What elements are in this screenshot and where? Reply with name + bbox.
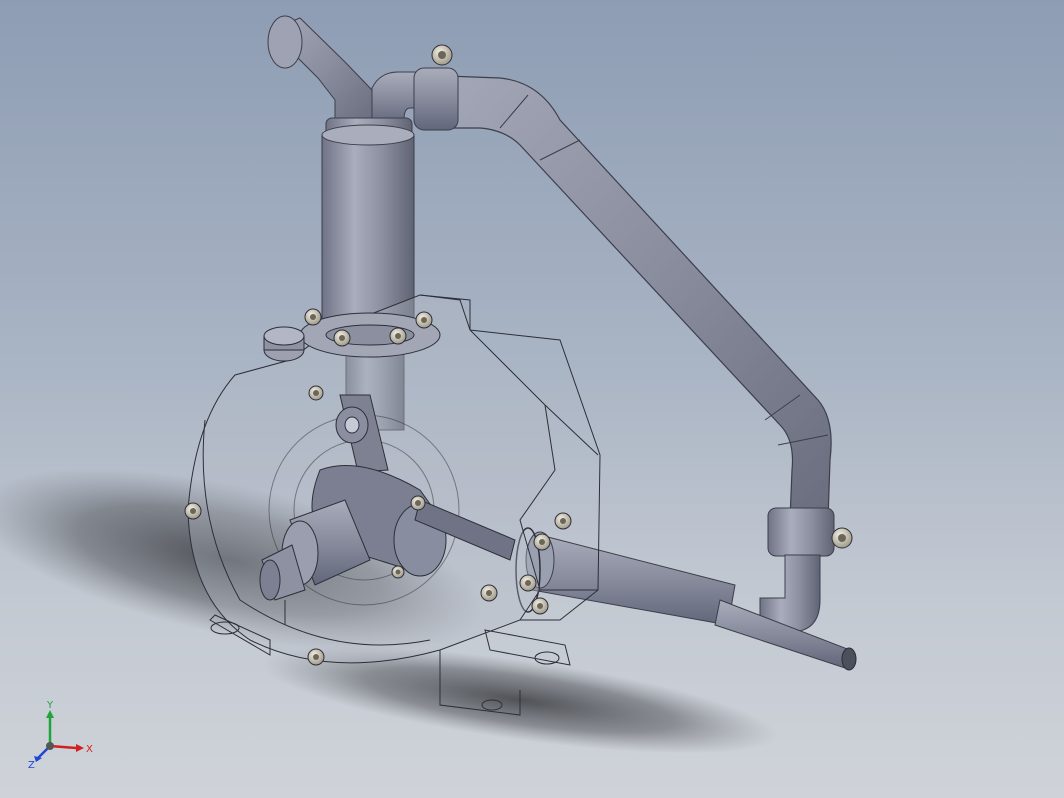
bolt (184, 502, 202, 520)
bolt (391, 565, 405, 579)
bolt (307, 648, 325, 666)
bolt (480, 584, 498, 602)
bolt (554, 512, 572, 530)
triad-x-label: X (86, 744, 93, 755)
bolt (519, 574, 537, 592)
pipe-clamp-right[interactable] (831, 527, 853, 549)
bolt (533, 533, 551, 551)
bolt (415, 311, 433, 329)
bolt (333, 329, 351, 347)
bolt (531, 597, 549, 615)
bolt (304, 308, 322, 326)
bolt (410, 495, 426, 511)
bolt (308, 385, 324, 401)
pipe-clamp-top[interactable] (431, 44, 453, 66)
graphics-viewport[interactable]: X Y Z (0, 0, 1064, 798)
bolt (389, 327, 407, 345)
pump-assembly-model[interactable] (0, 0, 1064, 798)
coordinate-triad: X Y Z (28, 700, 93, 770)
filler-cap[interactable] (263, 326, 305, 362)
triad-z-label: Z (28, 760, 35, 770)
triad-y-label: Y (46, 700, 54, 711)
